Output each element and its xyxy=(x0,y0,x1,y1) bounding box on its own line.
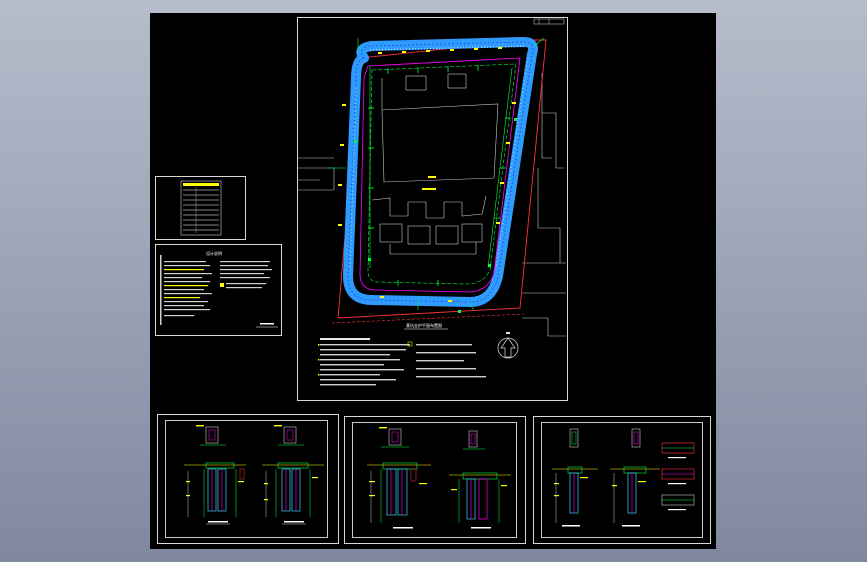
wall-annotations xyxy=(338,47,516,302)
retaining-wall-section-middle xyxy=(610,466,660,527)
wall-cap-detail-left xyxy=(379,427,409,448)
plan-notes-block xyxy=(318,338,486,386)
legend-rows xyxy=(183,189,219,231)
notes-text-right xyxy=(220,261,272,289)
retaining-wall-section-left xyxy=(184,462,246,525)
cad-drawing-canvas[interactable]: 基坑支护平面布置图 设计说明 xyxy=(150,13,716,549)
wall-cap-detail-right xyxy=(463,430,485,450)
notes-title: 设计说明 xyxy=(206,250,222,256)
wall-cap-detail-left xyxy=(569,428,641,448)
plan-caption: 基坑支护平面布置图 xyxy=(406,322,442,328)
diaphragm-wall-band xyxy=(343,37,538,307)
retaining-wall-section-left xyxy=(552,466,598,527)
wall-cap-detail-right xyxy=(274,425,304,446)
section-detail-sheet-2[interactable] xyxy=(344,416,526,544)
notes-text-left xyxy=(160,255,212,325)
retaining-wall-section-right xyxy=(262,462,324,525)
north-arrow-icon xyxy=(497,332,519,359)
building-footprint xyxy=(371,73,499,255)
section-detail-sheet-3[interactable] xyxy=(533,416,711,544)
legend-table-sheet[interactable] xyxy=(155,176,246,240)
design-notes-sheet[interactable]: 设计说明 xyxy=(155,244,282,336)
retaining-wall-section-left xyxy=(367,462,431,529)
section-detail-sheet-1[interactable] xyxy=(157,414,339,544)
support-plan-sheet[interactable]: 基坑支护平面布置图 xyxy=(297,17,568,401)
anchor-detail-stack xyxy=(661,442,695,511)
retaining-wall-section-right xyxy=(449,472,511,529)
wall-cap-detail-left xyxy=(196,425,226,446)
